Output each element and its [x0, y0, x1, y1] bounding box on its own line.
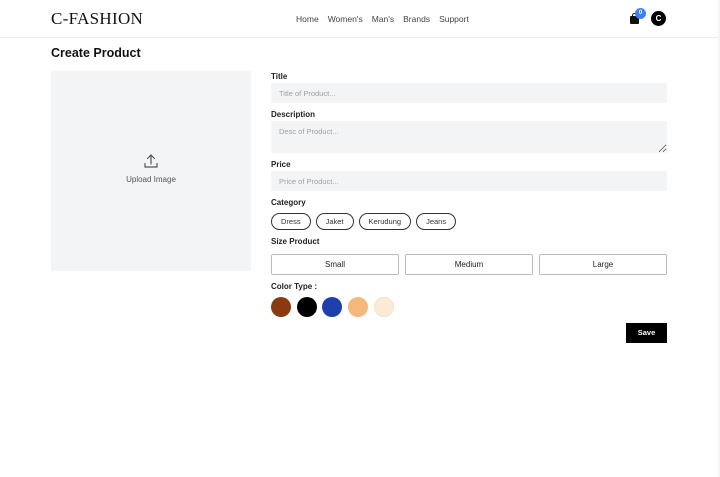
nav-link-womens[interactable]: Women's	[328, 14, 363, 24]
save-button[interactable]: Save	[626, 323, 667, 343]
price-label: Price	[271, 160, 291, 169]
size-label: Size Product	[271, 237, 320, 246]
nav-link-brands[interactable]: Brands	[403, 14, 430, 24]
color-swatch-brown[interactable]	[271, 297, 291, 317]
title-input[interactable]	[271, 83, 667, 103]
color-label: Color Type :	[271, 282, 318, 291]
cart-count-badge: 0	[635, 8, 646, 19]
color-swatch-peach[interactable]	[348, 297, 368, 317]
navbar: C-FASHION Home Women's Man's Brands Supp…	[0, 0, 720, 38]
description-textarea[interactable]	[271, 121, 667, 153]
size-button-large[interactable]: Large	[539, 254, 667, 275]
category-chip-jaket[interactable]: Jaket	[315, 213, 354, 230]
main-nav: Home Women's Man's Brands Support	[296, 14, 469, 24]
category-label: Category	[271, 198, 306, 207]
page-title: Create Product	[51, 46, 141, 60]
category-chip-jeans[interactable]: Jeans	[416, 213, 457, 230]
nav-link-support[interactable]: Support	[439, 14, 469, 24]
category-chip-dress[interactable]: Dress	[271, 213, 311, 230]
category-chip-kerudung[interactable]: Kerudung	[358, 213, 412, 230]
category-chips: Dress Jaket Kerudung Jeans	[271, 213, 457, 230]
color-swatch-black[interactable]	[297, 297, 317, 317]
description-label: Description	[271, 110, 316, 119]
upload-icon	[144, 154, 158, 168]
color-swatch-cream[interactable]	[374, 297, 394, 317]
upload-image-label: Upload Image	[126, 175, 176, 184]
nav-link-mans[interactable]: Man's	[372, 14, 394, 24]
nav-link-home[interactable]: Home	[296, 14, 319, 24]
image-upload-area[interactable]: Upload Image	[51, 71, 251, 271]
price-input[interactable]	[271, 171, 667, 191]
color-swatch-blue[interactable]	[322, 297, 342, 317]
user-avatar[interactable]: C	[651, 11, 666, 26]
brand-logo[interactable]: C-FASHION	[51, 9, 143, 29]
size-button-small[interactable]: Small	[271, 254, 399, 275]
size-button-medium[interactable]: Medium	[405, 254, 533, 275]
title-label: Title	[271, 72, 288, 81]
